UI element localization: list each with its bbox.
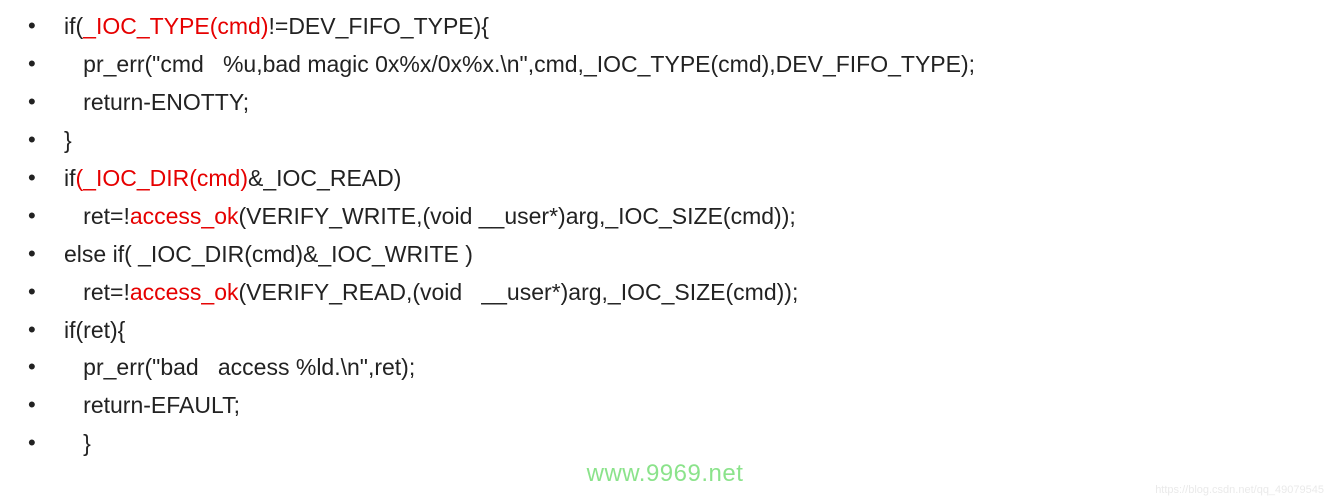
code-line: ret=!access_ok(VERIFY_WRITE,(void __user… [28, 198, 1330, 236]
code-line: pr_err("bad access %ld.\n",ret); [28, 349, 1330, 387]
code-highlight: _IOC_TYPE(cmd) [83, 13, 268, 39]
code-text: (VERIFY_READ,(void __user*)arg,_IOC_SIZE… [239, 279, 799, 305]
code-highlight: access_ok [130, 279, 239, 305]
code-text: (VERIFY_WRITE,(void __user*)arg,_IOC_SIZ… [239, 203, 796, 229]
code-line: return-ENOTTY; [28, 84, 1330, 122]
code-text: if [64, 165, 76, 191]
code-text: } [64, 127, 72, 153]
code-text: pr_err("bad access %ld.\n",ret); [83, 354, 415, 380]
code-text: if(ret){ [64, 317, 125, 343]
code-text: !=DEV_FIFO_TYPE){ [269, 13, 490, 39]
code-line: if(_IOC_DIR(cmd)&_IOC_READ) [28, 160, 1330, 198]
code-text: } [83, 430, 91, 456]
watermark-text: www.9969.net [587, 460, 744, 488]
code-text: ret=! [83, 203, 130, 229]
code-text: &_IOC_READ) [248, 165, 401, 191]
code-text: pr_err("cmd %u,bad magic 0x%x/0x%x.\n",c… [83, 51, 975, 77]
code-block: if(_IOC_TYPE(cmd)!=DEV_FIFO_TYPE){ pr_er… [0, 0, 1330, 463]
code-highlight: access_ok [130, 203, 239, 229]
code-text: return-ENOTTY; [83, 89, 249, 115]
code-highlight: (_IOC_DIR(cmd) [76, 165, 249, 191]
code-line: } [28, 122, 1330, 160]
code-text: ret=! [83, 279, 130, 305]
code-text: return-EFAULT; [83, 392, 240, 418]
code-line: return-EFAULT; [28, 387, 1330, 425]
code-line: ret=!access_ok(VERIFY_READ,(void __user*… [28, 274, 1330, 312]
code-text: else if( _IOC_DIR(cmd)&_IOC_WRITE ) [64, 241, 473, 267]
code-text: if( [64, 13, 83, 39]
code-line: if(ret){ [28, 312, 1330, 350]
code-line: else if( _IOC_DIR(cmd)&_IOC_WRITE ) [28, 236, 1330, 274]
code-line: } [28, 425, 1330, 463]
code-line: if(_IOC_TYPE(cmd)!=DEV_FIFO_TYPE){ [28, 8, 1330, 46]
code-line: pr_err("cmd %u,bad magic 0x%x/0x%x.\n",c… [28, 46, 1330, 84]
source-attribution: https://blog.csdn.net/qq_49079545 [1155, 484, 1324, 496]
